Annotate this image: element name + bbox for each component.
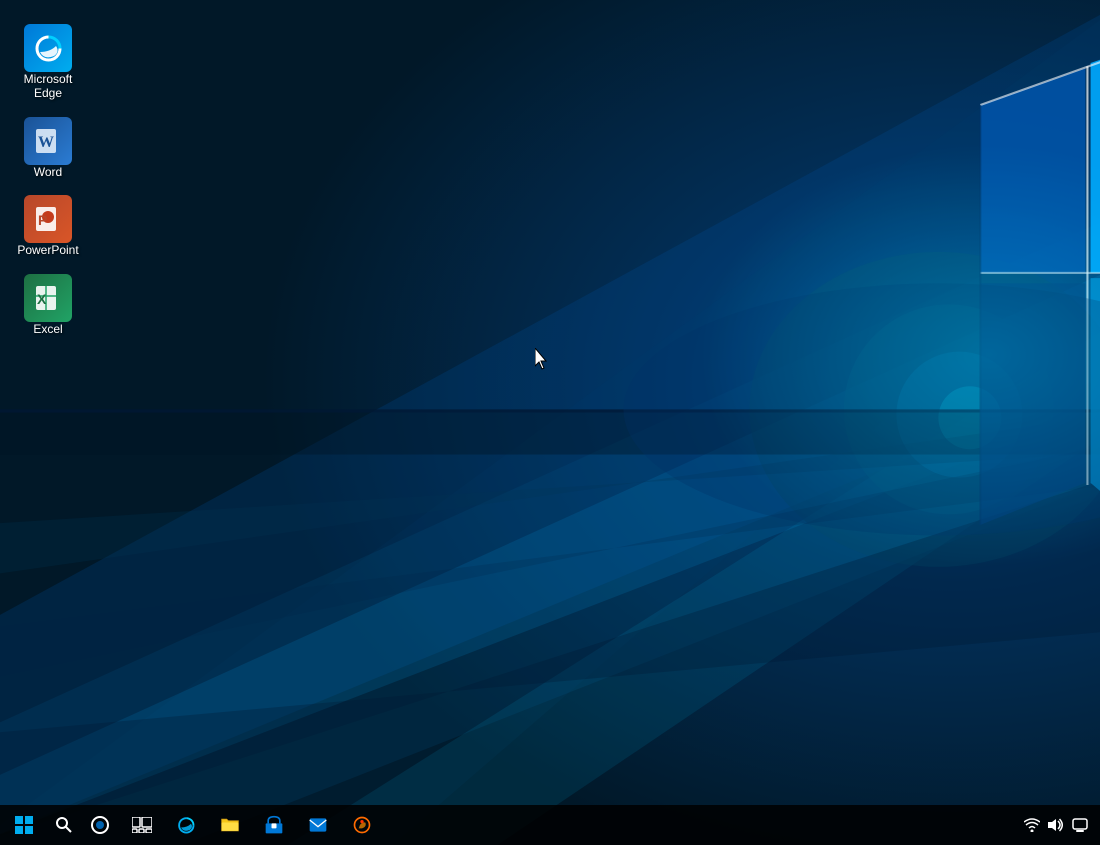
excel-icon-label: Excel (33, 322, 62, 336)
desktop-icon-edge[interactable]: Microsoft Edge (8, 18, 88, 107)
cortana-icon (90, 815, 110, 835)
desktop-icon-excel[interactable]: X Excel (8, 268, 88, 342)
taskbar-paint3d-icon (352, 815, 372, 835)
svg-text:X: X (37, 291, 47, 307)
excel-icon-svg: X (32, 282, 64, 314)
edge-icon-label: Microsoft Edge (12, 72, 84, 101)
search-icon (55, 816, 73, 834)
system-tray (1020, 805, 1100, 845)
taskbar (0, 805, 1100, 845)
taskbar-mail-button[interactable] (296, 805, 340, 845)
edge-icon (24, 24, 72, 72)
taskbar-file-explorer-icon (220, 815, 240, 835)
action-center-icon (1072, 818, 1088, 832)
task-view-icon (132, 817, 152, 833)
taskbar-file-explorer-button[interactable] (208, 805, 252, 845)
volume-icon (1048, 818, 1064, 832)
powerpoint-icon-label: PowerPoint (17, 243, 78, 257)
taskbar-edge-icon (176, 815, 196, 835)
desktop-icon-powerpoint[interactable]: P PowerPoint (8, 189, 88, 263)
desktop: Microsoft Edge W Word P (0, 0, 1100, 845)
desktop-icons-container: Microsoft Edge W Word P (0, 10, 96, 354)
start-icon (15, 816, 33, 834)
taskbar-mail-icon (308, 815, 328, 835)
cortana-button[interactable] (80, 805, 120, 845)
word-icon-svg: W (32, 125, 64, 157)
edge-icon-svg (32, 32, 64, 64)
tray-action-center-icon[interactable] (1068, 805, 1092, 845)
desktop-icon-word[interactable]: W Word (8, 111, 88, 185)
powerpoint-icon-svg: P (32, 203, 64, 235)
taskbar-paint3d-button[interactable] (340, 805, 384, 845)
taskbar-edge-button[interactable] (164, 805, 208, 845)
taskbar-store-icon (264, 815, 284, 835)
wallpaper (0, 0, 1100, 845)
taskbar-search-button[interactable] (48, 805, 80, 845)
tray-volume-icon[interactable] (1044, 805, 1068, 845)
start-button[interactable] (0, 805, 48, 845)
powerpoint-icon: P (24, 195, 72, 243)
word-icon: W (24, 117, 72, 165)
tray-network-icon[interactable] (1020, 805, 1044, 845)
word-icon-label: Word (34, 165, 62, 179)
task-view-button[interactable] (120, 805, 164, 845)
taskbar-store-button[interactable] (252, 805, 296, 845)
network-icon (1024, 818, 1040, 832)
excel-icon: X (24, 274, 72, 322)
